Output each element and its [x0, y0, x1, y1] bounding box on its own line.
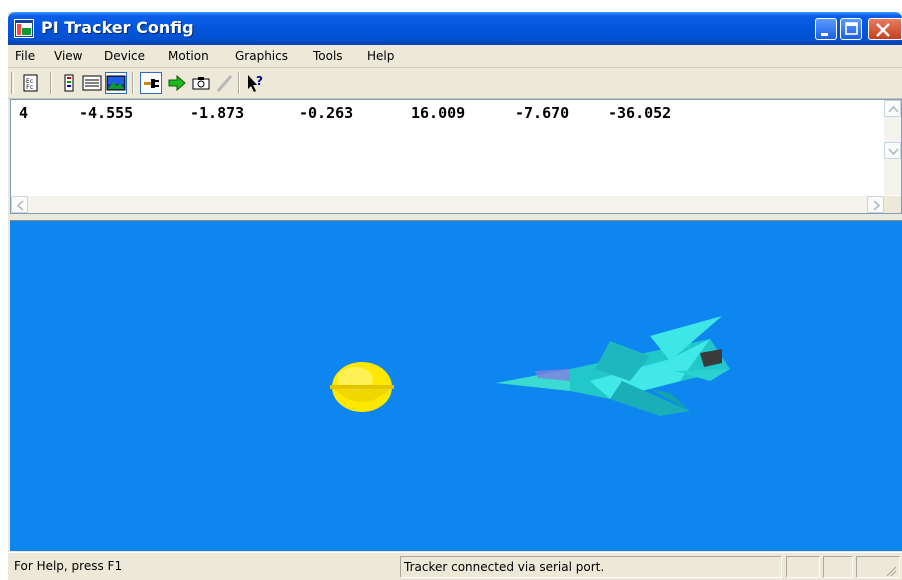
chevron-up-icon: [888, 105, 899, 113]
minimize-icon: [821, 33, 828, 36]
menu-graphics[interactable]: Graphics: [235, 49, 288, 63]
scroll-left-button[interactable]: [11, 196, 28, 213]
app-icon: [14, 19, 34, 38]
status-indicator-1: [786, 556, 820, 578]
minimize-button[interactable]: [815, 18, 837, 40]
app-window: PI Tracker Config File View Device Motio…: [8, 12, 902, 580]
status-indicator-3: [856, 556, 900, 578]
graphics-view-button[interactable]: [105, 72, 127, 94]
toolbar-separator: [132, 72, 134, 94]
menu-motion[interactable]: Motion: [168, 49, 209, 63]
status-connection-text: Tracker connected via serial port.: [400, 556, 782, 578]
text-view-icon: [82, 75, 102, 91]
cyan-jet-aircraft: [496, 316, 730, 416]
menu-view[interactable]: View: [54, 49, 82, 63]
status-bar: For Help, press F1 Tracker connected via…: [8, 552, 902, 580]
toolbar: Ec Fc ?: [8, 68, 902, 99]
data-output-pane[interactable]: 4 -4.555 -1.873 -0.263 16.009 -7.670 -36…: [10, 99, 902, 214]
text-view-button[interactable]: [81, 72, 103, 94]
connect-plug-icon: [144, 79, 159, 88]
menu-device[interactable]: Device: [104, 49, 145, 63]
toolbar-grip[interactable]: [11, 72, 14, 94]
station-info-button[interactable]: Ec Fc: [20, 72, 42, 94]
position-y: -1.873: [190, 104, 245, 122]
context-help-icon: ?: [248, 74, 263, 92]
menu-tools[interactable]: Tools: [313, 49, 343, 63]
scroll-up-button[interactable]: [884, 100, 901, 117]
azimuth: 16.009: [411, 104, 466, 122]
context-help-button[interactable]: ?: [244, 72, 266, 94]
window-title: PI Tracker Config: [41, 18, 194, 37]
elevation: -7.670: [515, 104, 570, 122]
capture-button[interactable]: [190, 72, 212, 94]
connect-button[interactable]: [140, 72, 162, 94]
run-arrow-icon: [168, 74, 186, 92]
station-number: 4: [19, 104, 29, 122]
yellow-sphere-source: [330, 362, 394, 412]
chevron-right-icon: [873, 200, 881, 211]
run-button[interactable]: [166, 72, 188, 94]
capture-camera-icon: [192, 77, 210, 90]
scroll-down-button[interactable]: [884, 142, 901, 159]
chevron-left-icon: [16, 200, 24, 211]
graphics-view-icon: [106, 75, 126, 91]
title-bar[interactable]: PI Tracker Config: [8, 12, 902, 45]
toolbar-separator: [50, 72, 52, 94]
list-view-button[interactable]: [58, 72, 80, 94]
horizontal-scrollbar[interactable]: [11, 196, 884, 213]
scroll-corner: [884, 196, 901, 213]
maximize-button[interactable]: [840, 18, 862, 40]
close-icon: [876, 23, 890, 37]
close-button[interactable]: [868, 18, 902, 40]
menu-bar: File View Device Motion Graphics Tools H…: [8, 45, 902, 68]
toolbar-separator: [238, 72, 240, 94]
scroll-right-button[interactable]: [867, 196, 884, 213]
menu-help[interactable]: Help: [367, 49, 394, 63]
svg-text:?: ?: [256, 74, 263, 88]
roll: -36.052: [608, 104, 672, 122]
menu-file[interactable]: File: [15, 49, 35, 63]
position-x: -4.555: [79, 104, 134, 122]
graphics-viewport[interactable]: [10, 220, 902, 551]
status-help-text: For Help, press F1: [14, 559, 123, 573]
list-view-icon: [64, 74, 74, 92]
svg-text:Fc: Fc: [26, 84, 34, 91]
pen-icon: [216, 75, 233, 92]
pen-button[interactable]: [214, 72, 236, 94]
vertical-scrollbar[interactable]: [884, 100, 901, 195]
station-info-icon: Ec Fc: [23, 74, 38, 92]
status-indicator-2: [823, 556, 853, 578]
position-z: -0.263: [299, 104, 354, 122]
chevron-down-icon: [888, 148, 899, 156]
resize-grip-icon: [886, 566, 897, 577]
